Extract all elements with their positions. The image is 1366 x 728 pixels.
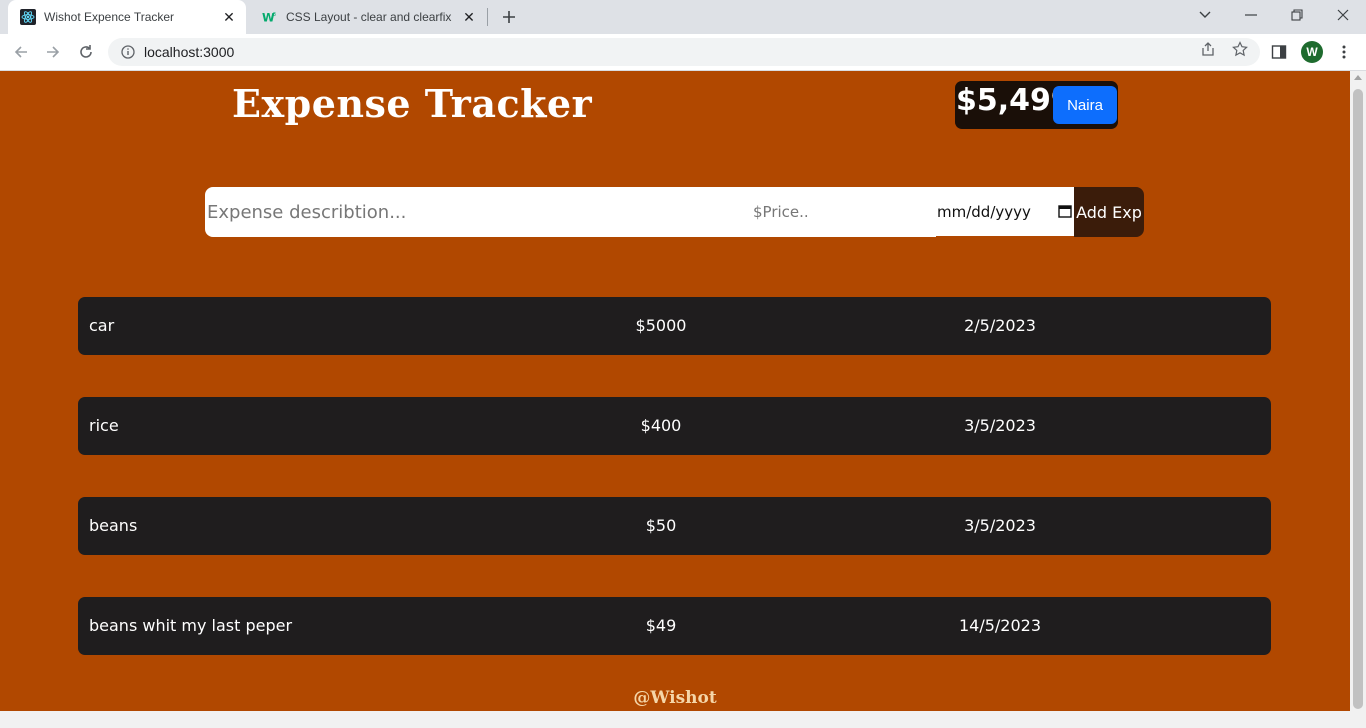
tab-search-chevron-down-icon[interactable] — [1182, 0, 1228, 30]
expense-description: car — [89, 316, 115, 335]
expense-date: 2/5/2023 — [964, 316, 1036, 335]
new-tab-icon[interactable] — [498, 6, 520, 28]
expense-description: beans — [89, 516, 138, 535]
expense-tracker-page: Expense Tracker $5,499 Naira mm/dd/yyyy … — [0, 71, 1350, 711]
expense-date-input[interactable]: mm/dd/yyyy — [936, 187, 1074, 236]
page-scrollbar[interactable] — [1350, 71, 1366, 711]
back-arrow-icon[interactable] — [8, 39, 34, 65]
balance-panel: $5,499 Naira — [955, 81, 1118, 129]
expense-description: rice — [89, 416, 119, 435]
reload-icon[interactable] — [73, 39, 99, 65]
tab-wishot-expence-tracker[interactable]: Wishot Expence Tracker ✕ — [8, 0, 246, 34]
restore-icon[interactable] — [1274, 0, 1320, 30]
tab-title: CSS Layout - clear and clearfix — [286, 10, 452, 24]
expense-price: $49 — [645, 616, 677, 635]
expense-row[interactable]: car $5000 2/5/2023 — [78, 297, 1271, 355]
expense-price: $5000 — [635, 316, 687, 335]
expense-price: $50 — [645, 516, 677, 535]
w3schools-favicon-icon: W3 — [262, 9, 278, 25]
share-icon[interactable] — [1199, 40, 1217, 58]
close-window-icon[interactable] — [1320, 0, 1366, 30]
expense-date: 3/5/2023 — [964, 416, 1036, 435]
forward-arrow-icon[interactable] — [40, 39, 66, 65]
scrollbar-thumb[interactable] — [1353, 89, 1363, 709]
svg-text:3: 3 — [273, 12, 276, 18]
react-favicon-icon — [20, 9, 36, 25]
expense-row[interactable]: beans $50 3/5/2023 — [78, 497, 1271, 555]
expense-price: $400 — [640, 416, 682, 435]
tab-css-layout[interactable]: W3 CSS Layout - clear and clearfix ✕ — [250, 0, 486, 34]
url-text: localhost:3000 — [144, 44, 235, 60]
date-placeholder: mm/dd/yyyy — [937, 202, 1031, 221]
bookmark-star-icon[interactable] — [1231, 40, 1249, 58]
minimize-icon[interactable] — [1228, 0, 1274, 30]
add-expense-button[interactable]: Add Exp — [1074, 187, 1144, 237]
close-tab-icon[interactable]: ✕ — [460, 8, 478, 26]
browser-toolbar: localhost:3000 — [0, 34, 1366, 71]
horizontal-scroll-strip — [0, 711, 1366, 728]
profile-avatar[interactable]: W — [1301, 41, 1323, 63]
expense-description: beans whit my last peper — [89, 616, 293, 635]
address-bar[interactable]: localhost:3000 — [108, 38, 1260, 66]
browser-tab-strip: Wishot Expence Tracker ✕ W3 CSS Layout -… — [0, 0, 1366, 34]
expense-row[interactable]: rice $400 3/5/2023 — [78, 397, 1271, 455]
page-title: Expense Tracker — [232, 81, 593, 126]
site-info-icon[interactable] — [120, 44, 136, 60]
scroll-up-arrow-icon[interactable] — [1354, 75, 1362, 80]
expense-date: 14/5/2023 — [958, 616, 1042, 635]
add-expense-form: mm/dd/yyyy Add Exp — [205, 187, 1144, 237]
tab-title: Wishot Expence Tracker — [44, 10, 175, 24]
currency-toggle-button[interactable]: Naira — [1053, 86, 1117, 124]
expense-date: 3/5/2023 — [964, 516, 1036, 535]
tab-separator — [487, 8, 488, 26]
expense-row[interactable]: beans whit my last peper $49 14/5/2023 — [78, 597, 1271, 655]
expense-price-input[interactable] — [750, 187, 936, 237]
browser-menu-icon[interactable] — [1334, 42, 1354, 62]
side-panel-icon[interactable] — [1269, 42, 1289, 62]
footer-credit: @Wishot — [633, 688, 717, 708]
close-tab-icon[interactable]: ✕ — [220, 8, 238, 26]
calendar-icon[interactable] — [1058, 204, 1072, 218]
expense-description-input[interactable] — [205, 187, 750, 237]
